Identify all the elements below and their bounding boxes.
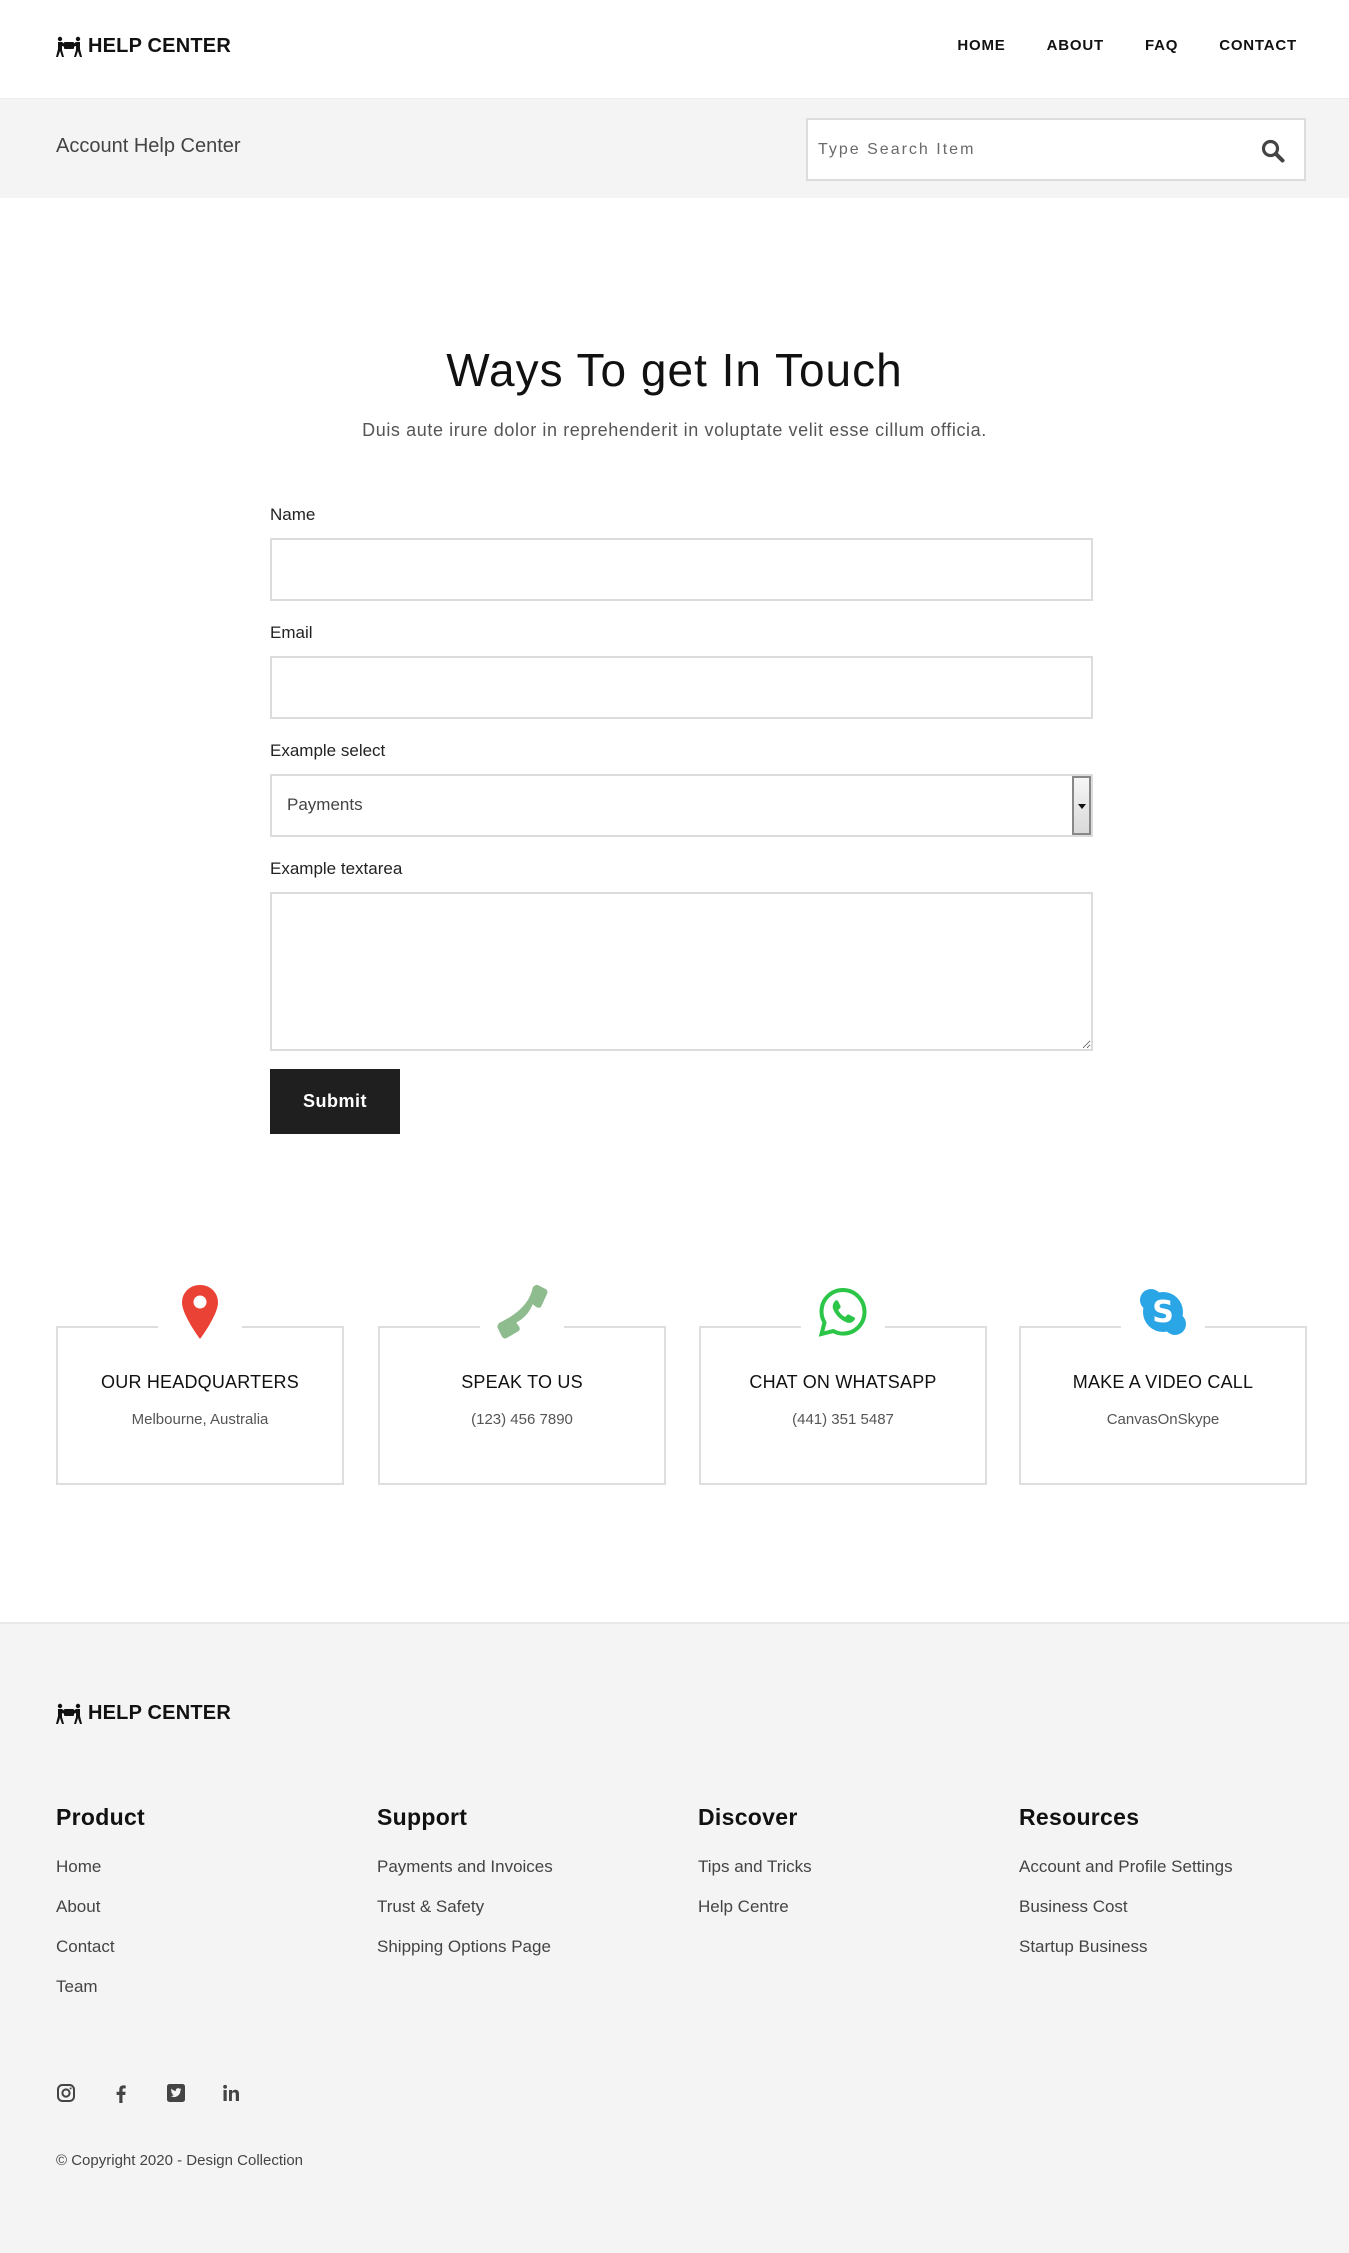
footer-link[interactable]: Business Cost	[1019, 1896, 1319, 1936]
chevron-down-icon[interactable]	[1072, 776, 1091, 835]
textarea-label: Example textarea	[270, 859, 403, 878]
nav-contact[interactable]: CONTACT	[1219, 37, 1297, 54]
site-header: HELP CENTER HOME ABOUT FAQ CONTACT	[0, 0, 1349, 98]
footer-column-resources: Resources Account and Profile Settings B…	[1019, 1804, 1319, 1976]
footer-logo[interactable]: HELP CENTER	[56, 1702, 231, 1725]
footer-link[interactable]: Team	[56, 1976, 356, 2016]
skype-icon: S	[1133, 1282, 1193, 1342]
linkedin-icon[interactable]	[221, 2083, 241, 2103]
select-value: Payments	[287, 795, 363, 814]
card-border	[564, 1326, 666, 1328]
page-subheader: Account Help Center	[0, 98, 1349, 198]
select-label: Example select	[270, 741, 386, 760]
page-title: Ways To get In Touch	[446, 344, 903, 396]
footer-link[interactable]: Contact	[56, 1936, 356, 1976]
main-nav: HOME ABOUT FAQ CONTACT	[957, 37, 1297, 54]
card-title: MAKE A VIDEO CALL	[1072, 1372, 1254, 1392]
card-title: CHAT ON WHATSAPP	[749, 1372, 937, 1392]
submit-button[interactable]: Submit	[270, 1069, 400, 1134]
footer-heading: Resources	[1019, 1804, 1140, 1830]
footer-link[interactable]: Trust & Safety	[377, 1896, 677, 1936]
card-border	[378, 1326, 480, 1328]
card-text: (441) 351 5487	[792, 1411, 894, 1428]
footer-heading: Discover	[698, 1804, 798, 1830]
card-text: Melbourne, Australia	[131, 1411, 269, 1428]
footer-link[interactable]: About	[56, 1896, 356, 1936]
whatsapp-icon	[813, 1282, 873, 1342]
email-field[interactable]	[270, 656, 1093, 719]
twitter-icon[interactable]	[166, 2083, 186, 2103]
site-footer: HELP CENTER Product Home About Contact T…	[0, 1622, 1349, 2253]
footer-link[interactable]: Tips and Tricks	[698, 1856, 998, 1896]
footer-column-discover: Discover Tips and Tricks Help Centre	[698, 1804, 998, 1936]
footer-logo-text: HELP CENTER	[88, 1702, 231, 1724]
facebook-icon[interactable]	[111, 2083, 131, 2103]
search-icon[interactable]	[1260, 138, 1286, 164]
search-box	[806, 118, 1306, 181]
copyright-text: © Copyright 2020 - Design Collection	[56, 2152, 304, 2169]
contact-form: Name Email Example select Payments Examp…	[270, 503, 1093, 1134]
footer-link[interactable]: Help Centre	[698, 1896, 998, 1936]
social-links	[56, 2083, 241, 2103]
footer-link[interactable]: Shipping Options Page	[377, 1936, 677, 1976]
logo[interactable]: HELP CENTER	[56, 35, 231, 58]
nav-home[interactable]: HOME	[957, 37, 1005, 54]
nav-about[interactable]: ABOUT	[1047, 37, 1104, 54]
page-description: Duis aute irure dolor in reprehenderit i…	[362, 420, 987, 440]
example-select[interactable]: Payments	[270, 774, 1093, 837]
footer-link[interactable]: Account and Profile Settings	[1019, 1856, 1319, 1896]
name-label: Name	[270, 505, 316, 524]
contact-card-headquarters: OUR HEADQUARTERS Melbourne, Australia	[56, 1285, 344, 1485]
search-input[interactable]	[818, 120, 1238, 179]
card-border	[885, 1326, 987, 1328]
footer-link[interactable]: Payments and Invoices	[377, 1856, 677, 1896]
name-field[interactable]	[270, 538, 1093, 601]
card-title: OUR HEADQUARTERS	[101, 1372, 299, 1392]
svg-text:S: S	[1152, 1295, 1174, 1330]
card-border	[56, 1326, 158, 1328]
card-border	[242, 1326, 344, 1328]
card-title: SPEAK TO US	[461, 1372, 583, 1392]
footer-heading: Product	[56, 1804, 145, 1830]
instagram-icon[interactable]	[56, 2083, 76, 2103]
card-text: (123) 456 7890	[471, 1411, 573, 1428]
example-textarea[interactable]	[270, 892, 1093, 1051]
contact-card-phone: SPEAK TO US (123) 456 7890	[378, 1284, 666, 1485]
people-carry-icon	[56, 1703, 82, 1725]
page-subtitle: Account Help Center	[56, 135, 241, 157]
card-border	[1205, 1326, 1307, 1328]
card-text: CanvasOnSkype	[1106, 1411, 1220, 1428]
contact-card-skype: S MAKE A VIDEO CALL CanvasOnSkype	[1019, 1289, 1307, 1485]
card-border	[699, 1326, 801, 1328]
map-pin-icon	[170, 1282, 230, 1342]
footer-column-support: Support Payments and Invoices Trust & Sa…	[377, 1804, 677, 1976]
phone-icon	[492, 1282, 552, 1342]
footer-link[interactable]: Home	[56, 1856, 356, 1896]
people-carry-icon	[56, 36, 82, 58]
email-label: Email	[270, 623, 313, 642]
contact-card-whatsapp: CHAT ON WHATSAPP (441) 351 5487	[699, 1287, 987, 1485]
logo-text: HELP CENTER	[88, 35, 231, 57]
footer-column-product: Product Home About Contact Team	[56, 1804, 356, 2016]
nav-faq[interactable]: FAQ	[1145, 37, 1178, 54]
card-border	[1019, 1326, 1121, 1328]
footer-heading: Support	[377, 1804, 468, 1830]
footer-link[interactable]: Startup Business	[1019, 1936, 1319, 1976]
